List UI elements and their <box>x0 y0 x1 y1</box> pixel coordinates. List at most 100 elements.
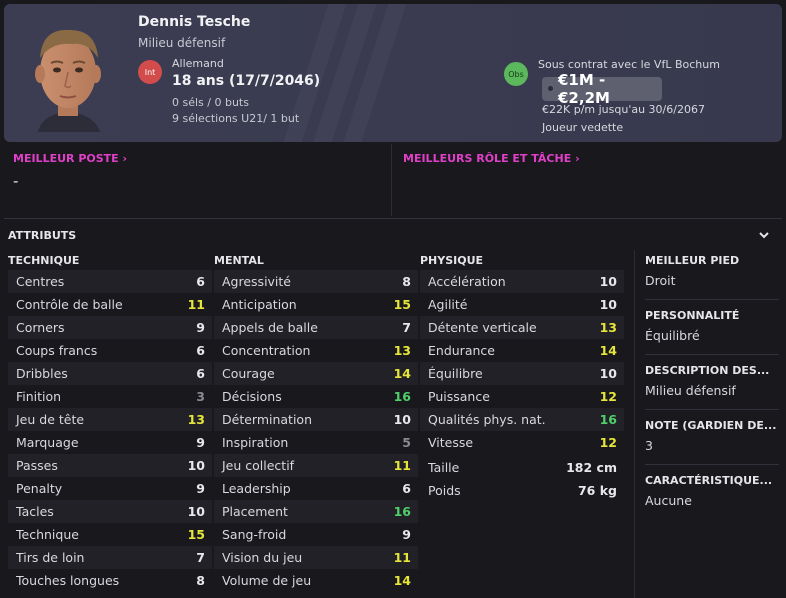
attribute-value: 7 <box>196 550 205 565</box>
wage-info: €22K p/m jusqu'au 30/6/2067 <box>542 103 705 116</box>
attribute-value: 14 <box>393 366 411 381</box>
attribute-label: Placement <box>222 504 288 519</box>
attribute-row[interactable]: Leadership 6 <box>214 477 418 500</box>
attribute-value: 13 <box>393 343 411 358</box>
attribute-label: Tacles <box>16 504 54 519</box>
scout-badge[interactable]: Obs <box>504 62 528 86</box>
attribute-row[interactable]: Finition 3 <box>8 385 212 408</box>
attribute-row[interactable]: Tacles 10 <box>8 500 212 523</box>
attribute-value: 6 <box>196 366 205 381</box>
technique-list: Centres 6 Contrôle de balle 11 Corners 9 Coups… <box>8 270 212 592</box>
attribute-value: 10 <box>187 504 205 519</box>
best-position-link[interactable]: MEILLEUR POSTE › <box>13 152 127 165</box>
attribute-label: Jeu de tête <box>16 412 85 427</box>
attribute-label: Dribbles <box>16 366 68 381</box>
weight-row: Poids 76 kg <box>420 483 624 498</box>
player-header: Dennis Tesche Milieu défensif Int Allema… <box>4 4 782 142</box>
senior-caps: 0 séls / 0 buts <box>172 96 249 109</box>
attribute-value: 9 <box>402 527 411 542</box>
attribute-row[interactable]: Placement 16 <box>214 500 418 523</box>
attribute-row[interactable]: Accélération 10 <box>420 270 624 293</box>
international-badge[interactable]: Int <box>138 60 162 84</box>
attribute-row[interactable]: Passes 10 <box>8 454 212 477</box>
preferred-foot-title: MEILLEUR PIED <box>645 254 740 267</box>
attribute-value: 8 <box>196 573 205 588</box>
attribute-row[interactable]: Vitesse 12 <box>420 431 624 454</box>
attribute-row[interactable]: Inspiration 5 <box>214 431 418 454</box>
side-divider <box>634 250 635 598</box>
attribute-label: Appels de balle <box>222 320 318 335</box>
side-rule <box>645 464 779 465</box>
attribute-value: 6 <box>402 481 411 496</box>
attribute-row[interactable]: Jeu de tête 13 <box>8 408 212 431</box>
attribute-row[interactable]: Dribbles 6 <box>8 362 212 385</box>
attribute-row[interactable]: Corners 9 <box>8 316 212 339</box>
attribute-row[interactable]: Jeu collectif 11 <box>214 454 418 477</box>
attribute-row[interactable]: Endurance 14 <box>420 339 624 362</box>
attribute-row[interactable]: Sang-froid 9 <box>214 523 418 546</box>
section-divider <box>4 218 782 219</box>
attribute-row[interactable]: Volume de jeu 14 <box>214 569 418 592</box>
attribute-value: 5 <box>402 435 411 450</box>
attribute-value: 9 <box>196 435 205 450</box>
attribute-row[interactable]: Équilibre 10 <box>420 362 624 385</box>
attribute-row[interactable]: Touches longues 8 <box>8 569 212 592</box>
attribute-value: 10 <box>599 297 617 312</box>
attribute-row[interactable]: Technique 15 <box>8 523 212 546</box>
attribute-label: Courage <box>222 366 275 381</box>
attribute-row[interactable]: Vision du jeu 11 <box>214 546 418 569</box>
attribute-row[interactable]: Appels de balle 7 <box>214 316 418 339</box>
attribute-value: 13 <box>599 320 617 335</box>
attribute-row[interactable]: Décisions 16 <box>214 385 418 408</box>
player-traits-title: CARACTÉRISTIQUE... <box>645 474 773 487</box>
attribute-value: 16 <box>393 389 411 404</box>
contract-club[interactable]: Sous contrat avec le VfL Bochum <box>538 58 720 71</box>
height-label: Taille <box>428 460 460 475</box>
attribute-label: Volume de jeu <box>222 573 312 588</box>
attribute-label: Jeu collectif <box>222 458 295 473</box>
attribute-label: Détente verticale <box>428 320 537 335</box>
side-rule <box>645 354 779 355</box>
transfer-value-chip[interactable]: €1M - €2,2M <box>542 71 662 107</box>
attribute-row[interactable]: Contrôle de balle 11 <box>8 293 212 316</box>
attribute-value: 10 <box>393 412 411 427</box>
preferred-foot: MEILLEUR PIED Droit <box>645 254 779 288</box>
best-position-panel: MEILLEUR POSTE › - <box>4 144 392 216</box>
attribute-label: Anticipation <box>222 297 297 312</box>
attribute-label: Finition <box>16 389 62 404</box>
attributes-header: ATTRIBUTS <box>8 229 77 242</box>
attribute-row[interactable]: Agilité 10 <box>420 293 624 316</box>
attribute-label: Vision du jeu <box>222 550 303 565</box>
attribute-row[interactable]: Marquage 9 <box>8 431 212 454</box>
attribute-value: 14 <box>393 573 411 588</box>
media-description-title: DESCRIPTION DES... <box>645 364 770 377</box>
chevron-right-icon: › <box>122 152 128 165</box>
attribute-label: Coups francs <box>16 343 98 358</box>
attribute-row[interactable]: Agressivité 8 <box>214 270 418 293</box>
best-role-link[interactable]: MEILLEURS RÔLE ET TÂCHE › <box>403 152 580 165</box>
attribute-row[interactable]: Centres 6 <box>8 270 212 293</box>
attribute-row[interactable]: Anticipation 15 <box>214 293 418 316</box>
attribute-label: Tirs de loin <box>16 550 85 565</box>
attribute-row[interactable]: Penalty 9 <box>8 477 212 500</box>
attribute-value: 3 <box>196 389 205 404</box>
weight-label: Poids <box>428 483 461 498</box>
personality-value[interactable]: Équilibré <box>645 328 779 343</box>
attribute-value: 12 <box>599 435 617 450</box>
attribute-value: 11 <box>393 550 411 565</box>
attribute-row[interactable]: Détente verticale 13 <box>420 316 624 339</box>
attribute-row[interactable]: Courage 14 <box>214 362 418 385</box>
attribute-row[interactable]: Qualités phys. nat. 16 <box>420 408 624 431</box>
player-traits-value[interactable]: Aucune <box>645 493 779 508</box>
goalkeeper-rating-title: NOTE (GARDIEN DE... <box>645 419 777 432</box>
attribute-row[interactable]: Tirs de loin 7 <box>8 546 212 569</box>
attribute-label: Agressivité <box>222 274 292 289</box>
attribute-row[interactable]: Coups francs 6 <box>8 339 212 362</box>
chevron-down-icon[interactable] <box>756 227 772 243</box>
attribute-row[interactable]: Concentration 13 <box>214 339 418 362</box>
best-role-title: MEILLEURS RÔLE ET TÂCHE <box>403 152 572 165</box>
attribute-row[interactable]: Puissance 12 <box>420 385 624 408</box>
nationality[interactable]: Allemand <box>172 57 224 70</box>
attribute-row[interactable]: Détermination 10 <box>214 408 418 431</box>
personality-title: PERSONNALITÉ <box>645 309 740 322</box>
